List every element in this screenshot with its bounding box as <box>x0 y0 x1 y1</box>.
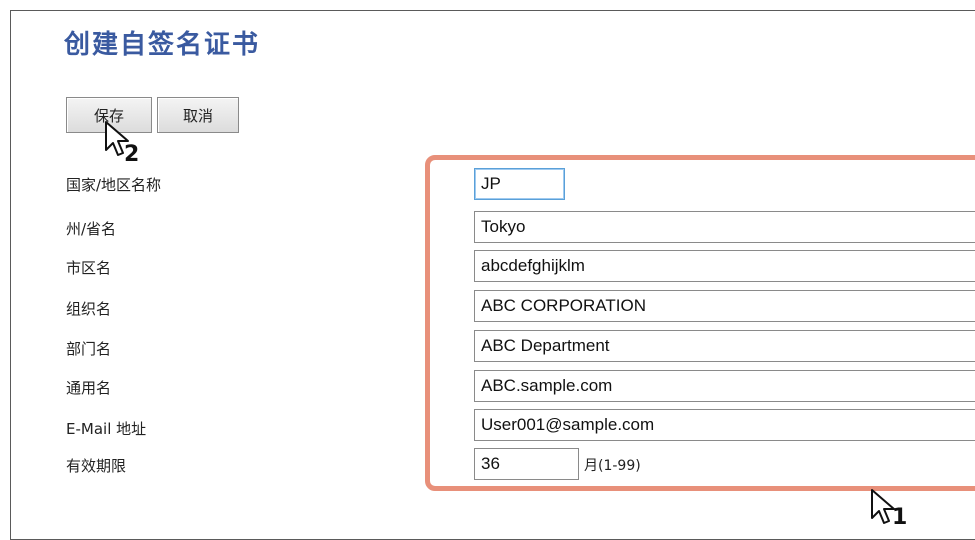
page-title: 创建自签名证书 <box>64 30 261 60</box>
step-2-number: 2 <box>124 142 140 167</box>
validity-unit-label: 月(1-99) <box>584 458 641 474</box>
city-label: 市区名 <box>66 259 112 277</box>
country-input[interactable]: JP <box>474 168 565 200</box>
common-name-input[interactable]: ABC.sample.com <box>474 370 975 402</box>
validity-input[interactable]: 36 <box>474 448 579 480</box>
validity-label: 有效期限 <box>66 457 127 475</box>
state-input[interactable]: Tokyo <box>474 211 975 243</box>
cancel-button[interactable]: 取消 <box>157 97 239 133</box>
state-label: 州/省名 <box>66 220 117 238</box>
city-input[interactable]: abcdefghijklm <box>474 250 975 282</box>
email-label: E-Mail 地址 <box>66 420 147 438</box>
email-input[interactable]: User001@sample.com <box>474 409 975 441</box>
organization-label: 组织名 <box>66 300 112 318</box>
country-label: 国家/地区名称 <box>66 176 162 194</box>
department-input[interactable]: ABC Department <box>474 330 975 362</box>
organization-input[interactable]: ABC CORPORATION <box>474 290 975 322</box>
common-name-label: 通用名 <box>66 379 112 397</box>
step-1-number: 1 <box>892 505 908 530</box>
department-label: 部门名 <box>66 340 112 358</box>
